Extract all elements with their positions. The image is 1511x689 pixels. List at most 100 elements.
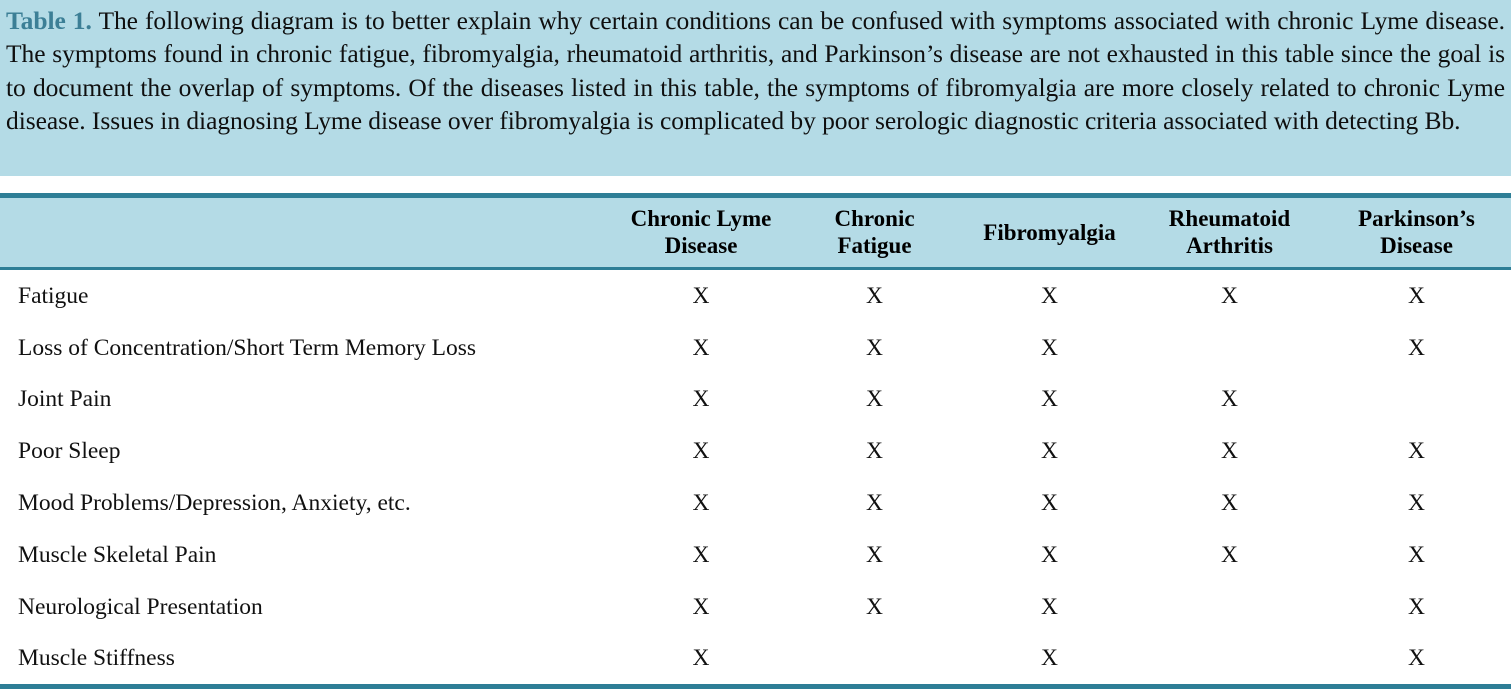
mark-cell: X: [615, 528, 787, 581]
mark-cell: X: [1137, 477, 1322, 529]
symptom-present-mark: X: [1408, 282, 1425, 309]
symptom-present-mark: X: [1221, 541, 1238, 568]
symptom-present-mark: X: [866, 386, 883, 413]
symptom-label-cell: Neurological Presentation: [0, 580, 615, 633]
header-line-2: Arthritis: [1186, 233, 1273, 258]
mark-cell: X: [615, 580, 787, 633]
symptom-present-mark: X: [866, 282, 883, 309]
symptom-present-mark: X: [692, 386, 710, 413]
mark-cell: X: [615, 425, 787, 478]
mark-cell: X: [1322, 373, 1511, 426]
header-line-1: Fibromyalgia: [983, 219, 1116, 245]
caption-paragraph: Table 1. The following diagram is to bet…: [6, 4, 1505, 138]
symptom-present-mark: X: [692, 541, 710, 568]
symptom-present-mark: X: [1408, 334, 1425, 361]
symptom-present-mark: X: [866, 438, 883, 465]
table-row: Muscle Skeletal Pain X X X X X: [0, 528, 1511, 581]
header-row: Chronic Lyme Disease Chronic Fatigue Fib…: [0, 193, 1511, 270]
symptom-present-mark: X: [866, 334, 883, 361]
symptom-present-mark: X: [1408, 438, 1425, 465]
symptom-present-mark: X: [866, 490, 883, 517]
symptom-present-mark: X: [692, 438, 710, 465]
mark-cell: X: [1137, 580, 1322, 633]
mark-cell: X: [1322, 321, 1511, 374]
table-row: Neurological Presentation X X X X X: [0, 580, 1511, 633]
symptom-present-mark: X: [1221, 282, 1238, 309]
mark-cell: X: [787, 373, 962, 426]
table-row: Mood Problems/Depression, Anxiety, etc. X…: [0, 477, 1511, 529]
header-line-2: Disease: [1380, 233, 1453, 258]
symptom-present-mark: X: [1041, 645, 1058, 672]
column-header-fibromyalgia: Fibromyalgia: [962, 193, 1137, 270]
column-header-rheumatoid-arthritis: Rheumatoid Arthritis: [1137, 193, 1322, 270]
symptom-label-cell: Loss of Concentration/Short Term Memory …: [0, 321, 615, 374]
symptom-label-cell: Joint Pain: [0, 373, 615, 426]
symptom-present-mark: X: [692, 282, 710, 309]
symptom-label-cell: Mood Problems/Depression, Anxiety, etc.: [0, 477, 615, 529]
caption-body: The following diagram is to better expla…: [6, 6, 1506, 136]
mark-cell: X: [1137, 528, 1322, 581]
symptom-present-mark: X: [692, 334, 710, 361]
symptom-present-mark: X: [1041, 593, 1058, 620]
symptom-present-mark: X: [1408, 490, 1425, 517]
mark-cell: X: [1322, 477, 1511, 529]
symptom-present-mark: X: [1408, 593, 1425, 620]
column-header-chronic-lyme-disease: Chronic Lyme Disease: [615, 193, 787, 270]
symptom-present-mark: X: [1221, 386, 1238, 413]
mark-cell: X: [962, 528, 1137, 581]
mark-cell: X: [1322, 425, 1511, 478]
header-line-1: Rheumatoid: [1168, 206, 1291, 231]
table-header: Chronic Lyme Disease Chronic Fatigue Fib…: [0, 193, 1511, 270]
symptom-present-mark: X: [866, 541, 883, 568]
symptom-label-cell: Poor Sleep: [0, 425, 615, 478]
table-figure: Table 1. The following diagram is to bet…: [0, 0, 1511, 689]
mark-cell: X: [787, 268, 962, 322]
table-row: Joint Pain X X X X X: [0, 373, 1511, 426]
header-line-1: Chronic: [834, 206, 915, 231]
symptom-present-mark: X: [1041, 490, 1058, 517]
mark-cell: X: [962, 425, 1137, 478]
header-line-1: Chronic Lyme: [630, 206, 772, 231]
mark-cell: X: [962, 321, 1137, 374]
caption-label: Table 1.: [6, 6, 92, 35]
mark-cell: X: [962, 268, 1137, 322]
table-row: Fatigue X X X X X: [0, 268, 1511, 322]
caption-table-spacer: [0, 176, 1511, 193]
mark-cell: X: [1137, 425, 1322, 478]
column-header-parkinsons-disease: Parkinson’s Disease: [1322, 193, 1511, 270]
header-line-2: Disease: [664, 233, 738, 258]
symptom-present-mark: X: [1041, 282, 1058, 309]
symptom-present-mark: X: [692, 593, 710, 620]
mark-cell: X: [787, 321, 962, 374]
column-header-symptom: [0, 193, 615, 270]
column-header-chronic-fatigue: Chronic Fatigue: [787, 193, 962, 270]
mark-cell: X: [1322, 580, 1511, 633]
symptom-present-mark: X: [1408, 541, 1425, 568]
mark-cell: X: [615, 373, 787, 426]
table-row: Poor Sleep X X X X X: [0, 425, 1511, 478]
mark-cell: X: [962, 580, 1137, 633]
mark-cell: X: [1137, 373, 1322, 426]
mark-cell: X: [615, 321, 787, 374]
symptom-present-mark: X: [1041, 438, 1058, 465]
table-caption: Table 1. The following diagram is to bet…: [0, 0, 1511, 176]
mark-cell: X: [1322, 268, 1511, 322]
mark-cell: X: [787, 528, 962, 581]
mark-cell: X: [962, 477, 1137, 529]
symptom-present-mark: X: [692, 645, 710, 672]
symptom-present-mark: X: [866, 593, 883, 620]
mark-cell: X: [1137, 268, 1322, 322]
header-line-2: Fatigue: [837, 233, 912, 258]
mark-cell: X: [1322, 528, 1511, 581]
mark-cell: X: [787, 477, 962, 529]
symptom-present-mark: X: [1041, 541, 1058, 568]
symptom-overlap-table: Chronic Lyme Disease Chronic Fatigue Fib…: [0, 193, 1511, 689]
mark-cell: X: [615, 268, 787, 322]
header-line-1: Parkinson’s: [1358, 206, 1475, 231]
symptom-present-mark: X: [1041, 386, 1058, 413]
table-row: Loss of Concentration/Short Term Memory …: [0, 321, 1511, 374]
symptom-present-mark: X: [1408, 645, 1425, 672]
mark-cell: X: [787, 580, 962, 633]
table-body: Fatigue X X X X X Loss of Concentration/Short …: [0, 268, 1511, 689]
mark-cell: X: [962, 373, 1137, 426]
